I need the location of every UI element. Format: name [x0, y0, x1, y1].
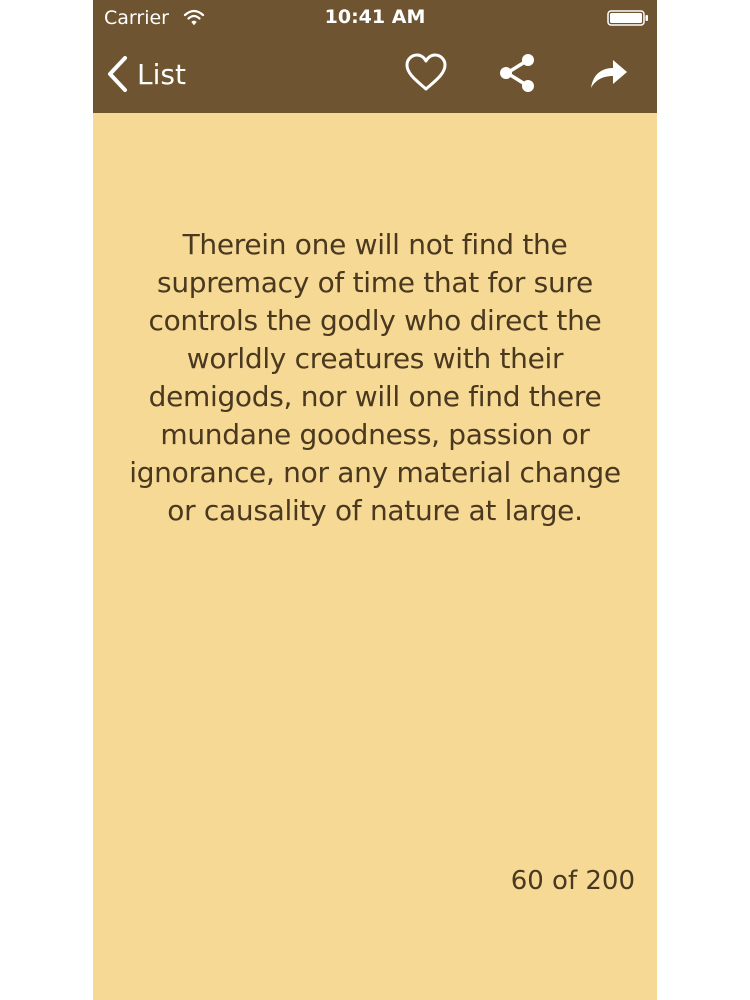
forward-icon[interactable]: [585, 50, 631, 96]
navigation-header: Carrier 10:41 AM List: [93, 0, 657, 113]
back-button[interactable]: List: [105, 52, 186, 96]
back-button-label: List: [137, 57, 186, 91]
chevron-left-icon: [108, 56, 127, 92]
app-screen: Carrier 10:41 AM List Therein one will n…: [93, 0, 657, 1000]
battery-icon: [607, 10, 648, 26]
quote-text: Therein one will not find the supremacy …: [129, 228, 621, 527]
status-time: 10:41 AM: [324, 6, 426, 28]
share-icon[interactable]: [495, 50, 541, 96]
status-bar: Carrier 10:41 AM: [93, 0, 657, 36]
heart-icon[interactable]: [403, 50, 449, 96]
page-counter: 60 of 200: [510, 866, 635, 896]
